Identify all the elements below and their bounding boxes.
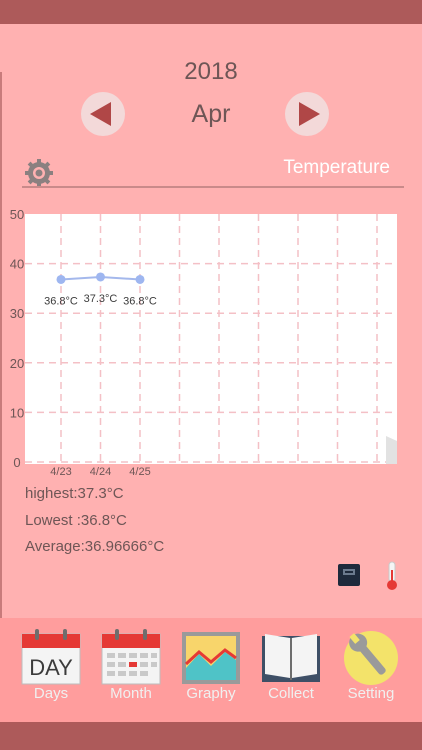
y-tick-label: 50 (10, 207, 24, 222)
tab-label: Month (110, 685, 152, 702)
gear-icon[interactable] (24, 158, 54, 188)
data-point (135, 274, 145, 284)
data-label: 37.3°C (84, 293, 118, 305)
tab-label: Graphy (186, 685, 236, 702)
arrow-left-icon (90, 102, 111, 126)
tab-label: Collect (268, 685, 314, 702)
y-tick-label: 30 (10, 306, 24, 321)
temperature-chart: 0 10 20 30 40 50 4/23 4/24 4/25 36.8°C 37.3°C 36.… (10, 207, 397, 478)
calendar-month-icon (101, 629, 161, 685)
section-title: Temperature (283, 157, 390, 178)
tab-graphy[interactable]: Graphy (169, 618, 253, 722)
tab-setting[interactable]: Setting (329, 618, 413, 722)
y-tick-label: 20 (10, 356, 24, 371)
scale-icon[interactable] (338, 564, 360, 586)
calendar-day-text: DAY (29, 655, 73, 680)
y-tick-label: 40 (10, 257, 24, 272)
x-tick-label: 4/24 (90, 466, 111, 478)
lowest-stat: Lowest :36.8°C (25, 512, 127, 529)
data-label: 36.8°C (123, 295, 157, 307)
tab-label: Setting (347, 685, 395, 702)
tab-month[interactable]: Month (89, 618, 173, 722)
book-icon (262, 634, 320, 682)
arrow-right-icon (299, 102, 320, 126)
divider (22, 186, 404, 188)
month-label: Apr (191, 100, 231, 128)
tab-days[interactable]: DAY Days (9, 618, 93, 722)
average-stat: Average:36.96666°C (25, 538, 165, 555)
calendar-day-icon: DAY (21, 629, 81, 685)
data-label: 36.8°C (44, 295, 78, 307)
tab-collect[interactable]: Collect (249, 618, 333, 722)
next-month-button[interactable] (285, 92, 329, 136)
year-label: 2018 (184, 58, 238, 85)
tab-bar: DAY Days Month Graphy Collect Setting (0, 618, 422, 722)
highest-stat: highest:37.3°C (25, 485, 124, 502)
data-point (96, 272, 105, 282)
graph-icon (182, 632, 240, 684)
y-tick-label: 10 (10, 405, 24, 420)
wrench-icon (344, 631, 398, 685)
data-point (56, 274, 66, 284)
previous-month-button[interactable] (81, 92, 125, 136)
bottom-bar (0, 722, 422, 750)
thermometer-icon[interactable] (384, 561, 400, 591)
plot-area (25, 214, 397, 464)
y-tick-label: 0 (13, 455, 20, 470)
x-tick-label: 4/23 (50, 466, 71, 478)
x-tick-label: 4/25 (129, 466, 150, 478)
status-bar (0, 0, 422, 24)
tab-label: Days (33, 685, 69, 702)
